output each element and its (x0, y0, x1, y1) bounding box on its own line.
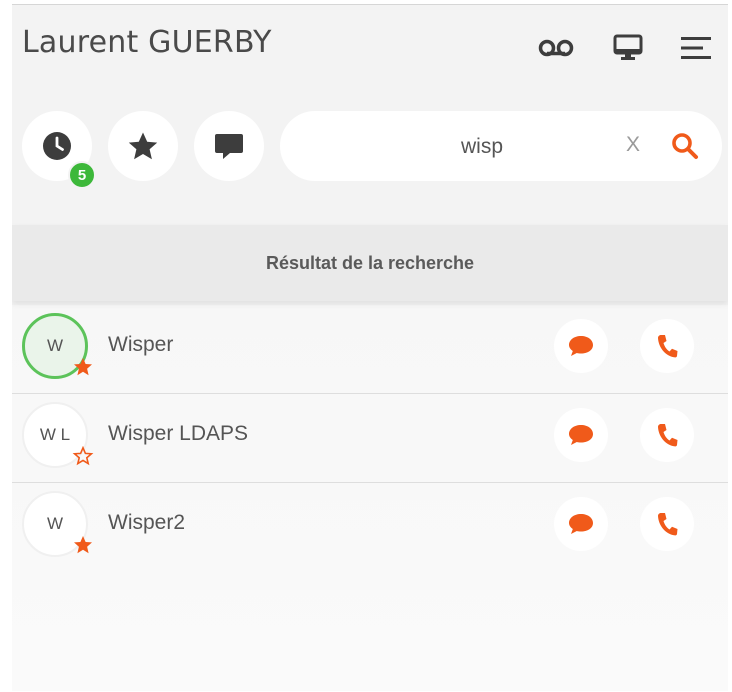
chat-button[interactable] (554, 319, 608, 373)
favorites-star-icon (128, 132, 158, 160)
phone-icon (658, 335, 678, 358)
avatar-initials: W (46, 514, 64, 533)
avatar-initials: W (46, 336, 64, 355)
contact-row[interactable]: W Wisper (12, 305, 728, 394)
results-header: Résultat de la recherche (12, 225, 728, 301)
desktop-icon[interactable] (608, 31, 648, 65)
avatar-initials: W L (39, 425, 71, 444)
chat-button[interactable] (554, 497, 608, 551)
history-clock-icon (43, 132, 71, 160)
favorite-star-outline-icon[interactable] (72, 446, 94, 466)
app-panel: Laurent GUERBY 5 wisp X Résultat de la r… (12, 4, 728, 691)
history-count-badge: 5 (68, 161, 96, 189)
contact-name: Wisper LDAPS (108, 422, 249, 445)
contact-row[interactable]: W Wisper2 (12, 483, 728, 571)
chat-bubble-icon (569, 514, 593, 534)
messages-chat-icon (215, 134, 243, 159)
search-input[interactable] (340, 129, 624, 165)
toolbar: 5 X (12, 105, 728, 189)
chat-button[interactable] (554, 408, 608, 462)
chat-bubble-icon (569, 336, 593, 356)
favorite-star-icon[interactable] (72, 535, 94, 555)
search-bar: X (280, 111, 722, 181)
call-button[interactable] (640, 497, 694, 551)
results-title: Résultat de la recherche (265, 252, 475, 273)
menu-icon[interactable] (676, 31, 716, 65)
chat-bubble-icon (569, 425, 593, 445)
call-button[interactable] (640, 408, 694, 462)
clear-search-button[interactable]: X (626, 133, 640, 157)
favorite-star-icon[interactable] (72, 357, 94, 377)
user-name: Laurent GUERBY (22, 25, 272, 60)
contact-name: Wisper2 (108, 511, 186, 534)
search-icon[interactable] (670, 131, 700, 166)
favorites-button[interactable] (108, 111, 178, 181)
messages-button[interactable] (194, 111, 264, 181)
phone-icon (658, 424, 678, 447)
history-button[interactable]: 5 (22, 111, 96, 189)
contact-row[interactable]: W L Wisper LDAPS (12, 394, 728, 483)
contact-list: W Wisper W L Wisper LDAPS W Wisper2 (12, 305, 728, 571)
header: Laurent GUERBY (12, 5, 728, 85)
call-button[interactable] (640, 319, 694, 373)
phone-icon (658, 513, 678, 536)
voicemail-icon[interactable] (536, 31, 576, 65)
contact-name: Wisper (108, 333, 174, 356)
